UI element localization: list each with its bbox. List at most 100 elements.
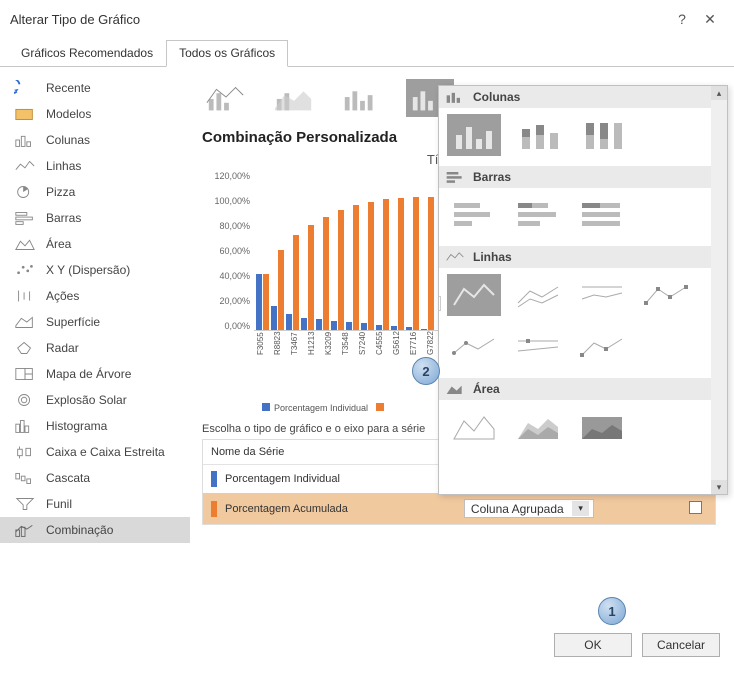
sidebar-item-recente[interactable]: Recente (0, 75, 190, 101)
y-tick: 60,00% (202, 246, 250, 256)
chart-bar (256, 274, 262, 330)
picker-section-colunas: Colunas (439, 86, 711, 108)
radar-icon (14, 340, 36, 356)
chart-bar (323, 217, 329, 330)
picker-item-area[interactable] (447, 406, 501, 448)
sidebar-item-combinacao[interactable]: Combinação (0, 517, 190, 543)
chart-bar (383, 199, 389, 330)
main-panel: Combinação Personalizada Título do G 120… (190, 67, 734, 627)
bar-icon (14, 210, 36, 226)
sidebar-item-linhas[interactable]: Linhas (0, 153, 190, 179)
scroll-down-icon[interactable]: ▾ (711, 480, 727, 494)
x-tick: H1213 (307, 331, 322, 355)
recent-icon (14, 80, 36, 96)
sidebar-item-label: Ações (46, 289, 79, 303)
series-table-head-name: Nome da Série (203, 440, 456, 464)
picker-scrollbar[interactable]: ▴ ▾ (711, 86, 727, 494)
x-tick: S7240 (358, 331, 373, 355)
sidebar-item-histograma[interactable]: Histograma (0, 413, 190, 439)
scroll-up-icon[interactable]: ▴ (711, 86, 727, 100)
sidebar-item-acoes[interactable]: Ações (0, 283, 190, 309)
dialog-title: Alterar Tipo de Gráfico (10, 12, 140, 27)
series-type-dropdown[interactable]: Coluna Agrupada ▾ (464, 499, 594, 518)
sidebar-item-colunas[interactable]: Colunas (0, 127, 190, 153)
picker-item-line-markers[interactable] (639, 274, 693, 316)
secondary-axis-checkbox[interactable] (689, 501, 702, 514)
dropdown-value: Coluna Agrupada (471, 502, 564, 516)
tab-all-charts[interactable]: Todos os Gráficos (166, 40, 288, 67)
sidebar-item-label: Radar (46, 341, 79, 355)
picker-item-100-stacked-line-markers[interactable] (511, 326, 565, 368)
pie-icon (14, 184, 36, 200)
tab-recommended[interactable]: Gráficos Recomendados (8, 40, 166, 67)
chart-bar (263, 274, 269, 330)
sidebar-item-label: Recente (46, 81, 91, 95)
picker-item-stacked-column[interactable] (511, 114, 565, 156)
sidebar-item-label: Cascata (46, 471, 90, 485)
surface-icon (14, 314, 36, 330)
y-tick: 20,00% (202, 296, 250, 306)
sidebar-item-label: Combinação (46, 523, 113, 537)
sidebar-item-area[interactable]: Área (0, 231, 190, 257)
picker-item-100-stacked-area[interactable] (575, 406, 629, 448)
ok-button[interactable]: OK (554, 633, 632, 657)
y-tick: 40,00% (202, 271, 250, 281)
picker-item-stacked-area[interactable] (511, 406, 565, 448)
boxplot-icon (14, 444, 36, 460)
series-row-acumulada[interactable]: Porcentagem Acumulada Coluna Agrupada ▾ (203, 493, 715, 524)
combo-icon (14, 522, 36, 538)
sidebar-item-modelos[interactable]: Modelos (0, 101, 190, 127)
close-button[interactable]: ✕ (696, 8, 724, 30)
chart-category-sidebar: Recente Modelos Colunas Linhas Pizza Bar… (0, 67, 190, 627)
funnel-icon (14, 496, 36, 512)
sidebar-item-label: Mapa de Árvore (46, 367, 131, 381)
waterfall-icon (14, 470, 36, 486)
picker-item-3d-line[interactable] (575, 326, 629, 368)
picker-item-100-stacked-column[interactable] (575, 114, 629, 156)
y-tick: 100,00% (202, 196, 250, 206)
sidebar-item-mapa-arvore[interactable]: Mapa de Árvore (0, 361, 190, 387)
sidebar-item-label: Área (46, 237, 71, 251)
combo-subtype-1[interactable] (202, 79, 250, 117)
sidebar-item-label: Pizza (46, 185, 75, 199)
series-name: Porcentagem Acumulada (225, 503, 348, 515)
sidebar-item-label: Superfície (46, 315, 100, 329)
x-tick: G5612 (392, 331, 407, 355)
help-button[interactable]: ? (668, 8, 696, 30)
picker-item-stacked-line-markers[interactable] (447, 326, 501, 368)
sidebar-item-label: Linhas (46, 159, 81, 173)
picker-item-stacked-line[interactable] (511, 274, 565, 316)
picker-tooltip: Linha (439, 296, 441, 311)
chart-bar (413, 197, 419, 330)
picker-section-linhas: Linhas (439, 246, 711, 268)
sidebar-item-caixa[interactable]: Caixa e Caixa Estreita (0, 439, 190, 465)
treemap-icon (14, 366, 36, 382)
sidebar-item-barras[interactable]: Barras (0, 205, 190, 231)
picker-item-stacked-bar[interactable] (511, 194, 565, 236)
combo-subtype-2[interactable] (270, 79, 318, 117)
picker-item-line[interactable] (447, 274, 501, 316)
sidebar-item-cascata[interactable]: Cascata (0, 465, 190, 491)
chart-bar (346, 322, 352, 330)
combo-subtype-3[interactable] (338, 79, 386, 117)
sidebar-item-label: X Y (Dispersão) (46, 263, 130, 277)
sidebar-item-xy[interactable]: X Y (Dispersão) (0, 257, 190, 283)
sidebar-item-label: Caixa e Caixa Estreita (46, 445, 165, 459)
picker-item-clustered-column[interactable] (447, 114, 501, 156)
sidebar-item-radar[interactable]: Radar (0, 335, 190, 361)
picker-item-100-stacked-line[interactable] (575, 274, 629, 316)
callout-2: 2 (412, 357, 440, 385)
sidebar-item-label: Histograma (46, 419, 107, 433)
x-tick: T3467 (290, 331, 305, 355)
chart-bar (361, 323, 367, 330)
sidebar-item-superficie[interactable]: Superfície (0, 309, 190, 335)
picker-item-clustered-bar[interactable] (447, 194, 501, 236)
sidebar-item-funil[interactable]: Funil (0, 491, 190, 517)
cancel-button[interactable]: Cancelar (642, 633, 720, 657)
callout-1: 1 (598, 597, 626, 625)
tab-strip: Gráficos Recomendados Todos os Gráficos (0, 34, 734, 67)
chart-type-picker: Colunas Barras Lin (438, 85, 728, 495)
sidebar-item-pizza[interactable]: Pizza (0, 179, 190, 205)
picker-item-100-stacked-bar[interactable] (575, 194, 629, 236)
sidebar-item-explosao-solar[interactable]: Explosão Solar (0, 387, 190, 413)
